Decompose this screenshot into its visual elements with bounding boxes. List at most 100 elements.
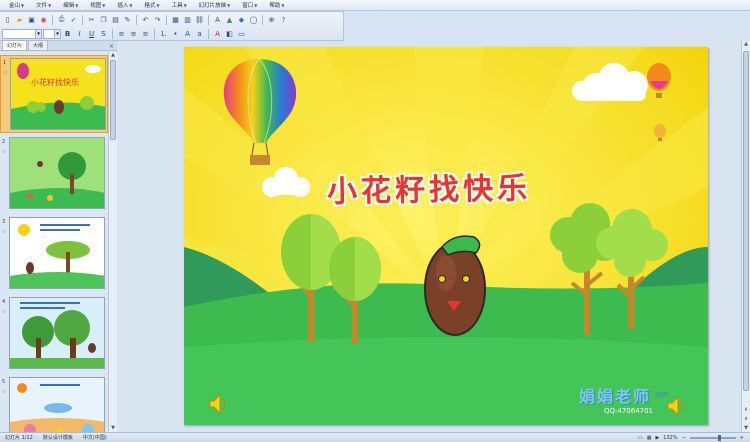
- align-center-icon[interactable]: ≡: [128, 28, 139, 39]
- toolbar-separator: [112, 28, 113, 39]
- increase-font-icon[interactable]: A: [182, 28, 193, 39]
- close-icon[interactable]: ×: [109, 43, 114, 50]
- zoom-slider-knob[interactable]: [717, 434, 721, 441]
- slide-number: 4: [2, 299, 6, 305]
- save-icon[interactable]: ▣: [26, 14, 37, 25]
- thumbnail-image: [9, 297, 105, 369]
- shapes-icon[interactable]: ◯: [248, 14, 259, 25]
- open-icon[interactable]: ▰: [14, 14, 25, 25]
- chevron-down-icon: ▼: [35, 29, 41, 38]
- scroll-thumb[interactable]: [743, 51, 749, 391]
- tab-outline[interactable]: 大纲: [28, 40, 49, 50]
- menu-insert[interactable]: 插入 ▼: [111, 1, 138, 10]
- thumbnail-scrollbar[interactable]: ▲ ▼: [108, 52, 117, 432]
- thumbnail-2-graphic: [10, 138, 104, 208]
- menu-app[interactable]: 金山 ▼: [3, 1, 30, 10]
- redo-icon[interactable]: ↷: [152, 14, 163, 25]
- slide-title[interactable]: 小花籽找快乐: [279, 162, 580, 211]
- next-slide-icon[interactable]: ⇟: [742, 416, 750, 423]
- status-slide-info: 幻灯片 1/12: [5, 435, 33, 441]
- bullet-list-icon[interactable]: •: [170, 28, 181, 39]
- cut-icon[interactable]: ✂: [86, 14, 97, 25]
- menu-window-label: 窗口: [242, 3, 254, 9]
- toolbar-separator: [166, 14, 167, 25]
- menu-help[interactable]: 帮助 ▼: [263, 1, 290, 10]
- scroll-down-icon[interactable]: ▼: [742, 425, 750, 432]
- slide-editor: 小花籽找快乐 娟娟老师 制图 QQ:47064701 ▲ ⇞ ⇟ ▼: [118, 41, 750, 432]
- scroll-up-icon[interactable]: ▲: [742, 41, 750, 48]
- zoom-out-icon[interactable]: −: [682, 435, 686, 441]
- print-icon[interactable]: ◉: [38, 14, 49, 25]
- view-normal-icon[interactable]: ▭: [638, 435, 643, 441]
- chevron-down-icon: ▼: [21, 2, 25, 8]
- svg-text:小花籽找快乐: 小花籽找快乐: [31, 77, 79, 87]
- menu-help-label: 帮助: [269, 3, 281, 9]
- scroll-thumb[interactable]: [110, 60, 116, 140]
- editor-scrollbar[interactable]: ▲ ⇞ ⇟ ▼: [741, 41, 750, 432]
- new-icon[interactable]: ▯: [2, 14, 13, 25]
- copy-icon[interactable]: ❐: [98, 14, 109, 25]
- chevron-down-icon: ▼: [75, 2, 79, 8]
- thumbnail-image: [9, 377, 105, 432]
- table-icon[interactable]: ▦: [170, 14, 181, 25]
- slide-thumbnail-5[interactable]: 5 ☆: [0, 375, 108, 432]
- zoom-in-icon[interactable]: +: [740, 435, 744, 441]
- format-painter-icon[interactable]: ✎: [122, 14, 133, 25]
- slide-thumbnail-4[interactable]: 4 ☆: [0, 295, 108, 373]
- slide-thumbnail-3[interactable]: 3 ☆: [0, 215, 108, 293]
- chevron-down-icon: ▼: [102, 2, 106, 8]
- font-name-select[interactable]: ▼: [2, 28, 42, 39]
- slide-number: 1: [3, 60, 7, 66]
- wordart-icon[interactable]: ◆: [236, 14, 247, 25]
- watermark-qq: QQ:47064701: [604, 407, 654, 415]
- menu-window[interactable]: 窗口 ▼: [236, 1, 263, 10]
- scroll-down-icon[interactable]: ▼: [109, 425, 117, 432]
- menu-app-label: 金山: [9, 3, 21, 9]
- menu-file[interactable]: 文件 ▼: [30, 1, 57, 10]
- bold-icon[interactable]: B: [62, 28, 73, 39]
- undo-icon[interactable]: ↶: [140, 14, 151, 25]
- help-icon[interactable]: ?: [278, 14, 289, 25]
- print-preview-icon[interactable]: ⎙: [56, 14, 67, 25]
- chart-icon[interactable]: ▥: [182, 14, 193, 25]
- menu-view-label: 视图: [90, 3, 102, 9]
- italic-icon[interactable]: I: [74, 28, 85, 39]
- underline-icon[interactable]: U: [86, 28, 97, 39]
- textbox-icon[interactable]: A: [212, 14, 223, 25]
- slide-thumbnail-2[interactable]: 2 ☆: [0, 135, 108, 213]
- design-icon[interactable]: ◧: [224, 28, 235, 39]
- hyperlink-icon[interactable]: ⛓: [194, 14, 205, 25]
- spellcheck-icon[interactable]: ✓: [68, 14, 79, 25]
- slide-number: 2: [2, 139, 6, 145]
- paste-icon[interactable]: ▤: [110, 14, 121, 25]
- numbered-list-icon[interactable]: ⒈: [158, 28, 169, 39]
- tab-slides[interactable]: 幻灯片: [2, 40, 28, 50]
- slide-thumbnail-1[interactable]: 1 ☆ 小花籽找快乐: [0, 55, 108, 133]
- view-sorter-icon[interactable]: ▦: [647, 435, 652, 441]
- new-slide-icon[interactable]: ▭: [236, 28, 247, 39]
- toolbar-area: ▯ ▰ ▣ ◉ ⎙ ✓ ✂ ❐ ▤ ✎ ↶ ↷ ▦ ▥ ⛓ A ▲ ◆ ◯ ⊕: [0, 11, 344, 41]
- view-slideshow-icon[interactable]: ▶: [655, 435, 659, 441]
- menu-format[interactable]: 格式 ▼: [138, 1, 165, 10]
- scroll-up-icon[interactable]: ▲: [109, 52, 117, 59]
- current-slide[interactable]: 小花籽找快乐 娟娟老师 制图 QQ:47064701: [184, 47, 708, 425]
- shadow-icon[interactable]: S: [98, 28, 109, 39]
- animation-star-icon: ☆: [2, 229, 7, 235]
- menu-tools[interactable]: 工具 ▼: [166, 1, 193, 10]
- font-color-icon[interactable]: A: [212, 28, 223, 39]
- font-size-select[interactable]: ▼: [43, 28, 61, 39]
- zoom-in-icon[interactable]: ⊕: [266, 14, 277, 25]
- decrease-font-icon[interactable]: a: [194, 28, 205, 39]
- thumbnail-image: [9, 217, 105, 289]
- zoom-slider[interactable]: [689, 434, 736, 441]
- menu-edit[interactable]: 编辑 ▼: [57, 1, 84, 10]
- zoom-controls: ▭ ▦ ▶ 132% − +: [638, 434, 750, 441]
- menu-insert-label: 插入: [117, 3, 129, 9]
- previous-slide-icon[interactable]: ⇞: [742, 407, 750, 414]
- align-left-icon[interactable]: ≡: [116, 28, 127, 39]
- align-right-icon[interactable]: ≡: [140, 28, 151, 39]
- animation-star-icon: ☆: [2, 309, 7, 315]
- menu-view[interactable]: 视图 ▼: [84, 1, 111, 10]
- menu-slideshow[interactable]: 幻灯片放映 ▼: [193, 1, 237, 10]
- image-icon[interactable]: ▲: [224, 14, 235, 25]
